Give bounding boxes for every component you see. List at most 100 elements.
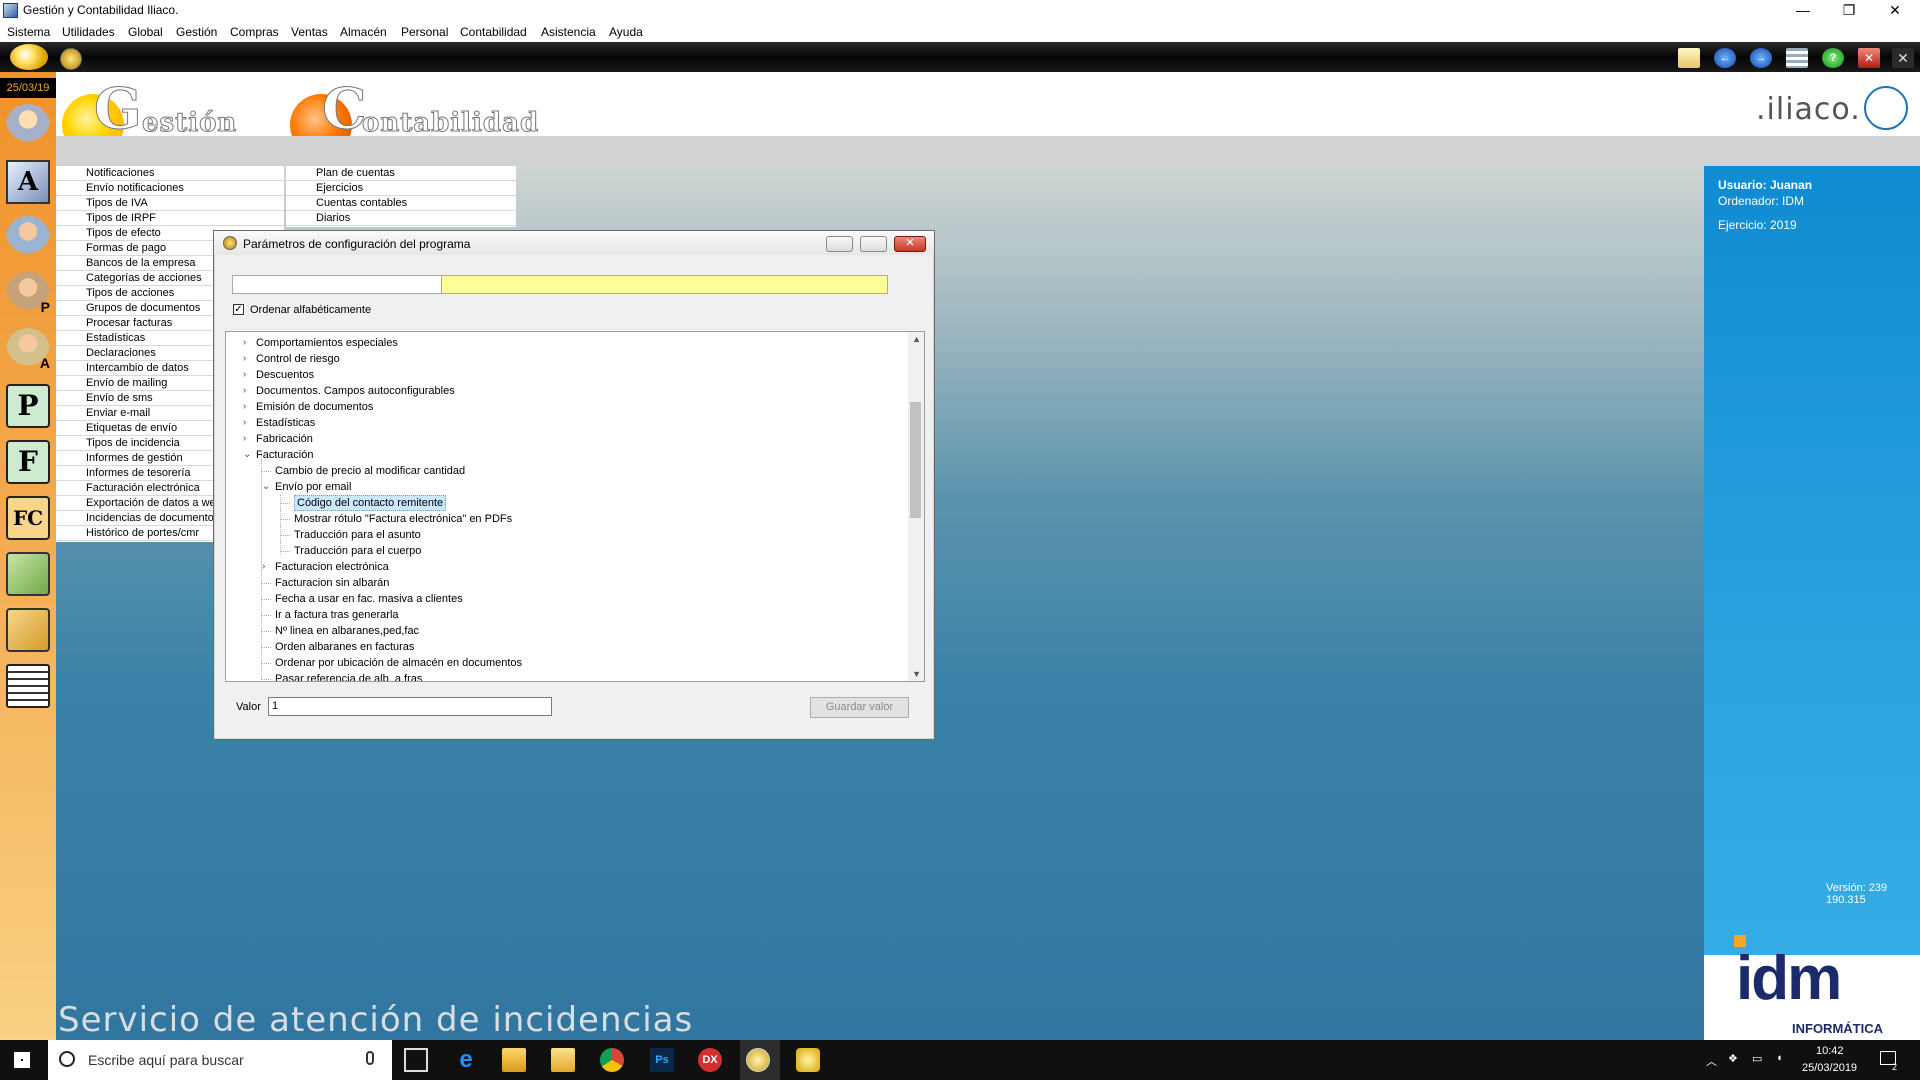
scroll-down-icon[interactable]: ▼ (912, 669, 921, 679)
config-icon[interactable] (60, 48, 82, 70)
task-view-icon[interactable] (404, 1048, 428, 1072)
menu-global[interactable]: Global (128, 25, 163, 39)
menu-asistencia[interactable]: Asistencia (541, 25, 596, 39)
taskbar-search[interactable]: Escribe aquí para buscar (48, 1040, 392, 1080)
collapsed-chevron-icon[interactable]: › (243, 386, 252, 396)
menu-utilidades[interactable]: Utilidades (62, 25, 115, 39)
collapsed-chevron-icon[interactable]: › (243, 418, 252, 428)
tree-node[interactable]: Pasar referencia de alb. a fras (275, 671, 422, 681)
dialog-minimize-button[interactable] (826, 236, 853, 252)
tree-node[interactable]: Fecha a usar en fac. masiva a clientes (275, 591, 463, 607)
menu-contabilidad[interactable]: Contabilidad (460, 25, 527, 39)
chrome-icon[interactable] (600, 1048, 624, 1072)
tree-node[interactable]: Traducción para el cuerpo (294, 543, 421, 559)
scroll-thumb[interactable] (910, 402, 921, 518)
microphone-icon[interactable] (366, 1051, 374, 1065)
back-arrow-icon[interactable]: ← (1714, 48, 1736, 68)
home-orb-icon[interactable] (10, 44, 48, 70)
clock-time[interactable]: 10:42 (1816, 1045, 1844, 1057)
collapsed-chevron-icon[interactable]: › (243, 354, 252, 364)
tree-node[interactable]: Orden albaranes en facturas (275, 639, 414, 655)
tree-node[interactable]: Documentos. Campos autoconfigurables (256, 383, 455, 399)
agenda-icon[interactable]: A (6, 160, 50, 204)
sort-alpha-checkbox[interactable]: ✓ (233, 304, 244, 315)
tree-scrollbar[interactable]: ▲ ▼ (908, 332, 924, 681)
collapsed-chevron-icon[interactable]: › (243, 370, 252, 380)
tree-node[interactable]: Traducción para el asunto (294, 527, 421, 543)
parameters-tree[interactable]: › Comportamientos especiales › Control de r… (225, 331, 925, 682)
purchases-folder-icon[interactable] (6, 608, 50, 652)
mail-icon[interactable] (1678, 48, 1700, 68)
menu-item[interactable]: Envío notificaciones (56, 181, 284, 196)
search-filter-input[interactable] (441, 275, 888, 294)
search-key-input[interactable] (232, 275, 442, 294)
tree-node[interactable]: Estadísticas (256, 415, 315, 431)
tree-node[interactable]: Nº linea en albaranes,ped,fac (275, 623, 419, 639)
menu-ayuda[interactable]: Ayuda (609, 25, 643, 39)
collapsed-chevron-icon[interactable]: › (243, 402, 252, 412)
dialog-close-button[interactable]: ✕ (894, 236, 926, 252)
service-banner[interactable]: Servicio de atención de incidencias (58, 1000, 693, 1040)
agent-icon[interactable]: A (6, 328, 50, 372)
help-icon[interactable]: ? (1822, 48, 1844, 68)
save-value-button[interactable]: Guardar valor (810, 697, 909, 718)
menu-compras[interactable]: Compras (230, 25, 279, 39)
volume-icon[interactable]: ◖ (1776, 1052, 1783, 1064)
menu-almacen[interactable]: Almacén (340, 25, 387, 39)
collapsed-chevron-icon[interactable]: › (243, 338, 252, 348)
p-document-icon[interactable]: P (6, 384, 50, 428)
close-window-icon[interactable]: ✕ (1858, 48, 1880, 68)
edge-icon[interactable]: e (454, 1048, 478, 1072)
expanded-chevron-icon[interactable]: ⌄ (262, 482, 271, 492)
scroll-up-icon[interactable]: ▲ (912, 334, 921, 344)
tree-node[interactable]: Emisión de documentos (256, 399, 373, 415)
restore-button[interactable]: ❐ (1826, 0, 1872, 22)
collapsed-chevron-icon[interactable]: › (243, 434, 252, 444)
network-icon[interactable]: ▭ (1752, 1052, 1762, 1065)
tree-node[interactable]: Facturacion electrónica (275, 559, 389, 575)
provider-icon[interactable]: P (6, 272, 50, 316)
users-icon[interactable] (6, 104, 50, 148)
tree-node[interactable]: Facturación (256, 447, 313, 463)
close-all-icon[interactable]: ✕ (1892, 48, 1914, 68)
dropbox-icon[interactable]: ❖ (1728, 1052, 1738, 1065)
list-report-icon[interactable] (6, 664, 50, 708)
menu-ventas[interactable]: Ventas (291, 25, 328, 39)
window-list-icon[interactable] (1786, 48, 1808, 68)
menu-item[interactable]: Notificaciones (56, 166, 284, 181)
file-explorer-icon[interactable] (551, 1048, 575, 1072)
dialog-maximize-button[interactable] (860, 236, 887, 252)
tree-node[interactable]: Comportamientos especiales (256, 335, 398, 351)
menu-item[interactable]: Ejercicios (286, 181, 516, 196)
tree-node[interactable]: Descuentos (256, 367, 314, 383)
menu-sistema[interactable]: Sistema (7, 25, 50, 39)
tree-node[interactable]: Fabricación (256, 431, 313, 447)
start-windows-icon[interactable] (14, 1052, 30, 1068)
menu-item[interactable]: Cuentas contables (286, 196, 516, 211)
collapsed-chevron-icon[interactable]: › (262, 562, 271, 572)
menu-personal[interactable]: Personal (401, 25, 448, 39)
minimize-button[interactable]: — (1780, 0, 1826, 22)
dx-app-icon[interactable]: DX (698, 1048, 722, 1072)
menu-item[interactable]: Plan de cuentas (286, 166, 516, 181)
valor-input[interactable]: 1 (268, 697, 552, 716)
menu-item[interactable]: Tipos de IRPF (56, 211, 284, 226)
tree-node[interactable]: Cambio de precio al modificar cantidad (275, 463, 465, 479)
menu-item[interactable]: Diarios (286, 211, 516, 226)
tray-expand-icon[interactable]: ︿ (1706, 1053, 1717, 1069)
tree-node[interactable]: Facturacion sin albarán (275, 575, 389, 591)
expanded-chevron-icon[interactable]: ⌄ (243, 450, 252, 460)
menu-gestion[interactable]: Gestión (176, 25, 217, 39)
photoshop-icon[interactable]: Ps (650, 1048, 674, 1072)
tree-node[interactable]: Control de riesgo (256, 351, 340, 367)
tree-node[interactable]: Ir a factura tras generarla (275, 607, 399, 623)
iliaco-app-icon[interactable] (796, 1048, 820, 1072)
forward-arrow-icon[interactable]: → (1750, 48, 1772, 68)
tree-node[interactable]: Ordenar por ubicación de almacén en docu… (275, 655, 522, 671)
tree-node[interactable]: Código del contacto remitente (294, 495, 447, 511)
close-button[interactable]: ✕ (1872, 0, 1918, 22)
clock-date[interactable]: 25/03/2019 (1802, 1062, 1857, 1074)
fc-document-icon[interactable]: FC (6, 496, 50, 540)
menu-item[interactable]: Tipos de IVA (56, 196, 284, 211)
f-document-icon[interactable]: F (6, 440, 50, 484)
